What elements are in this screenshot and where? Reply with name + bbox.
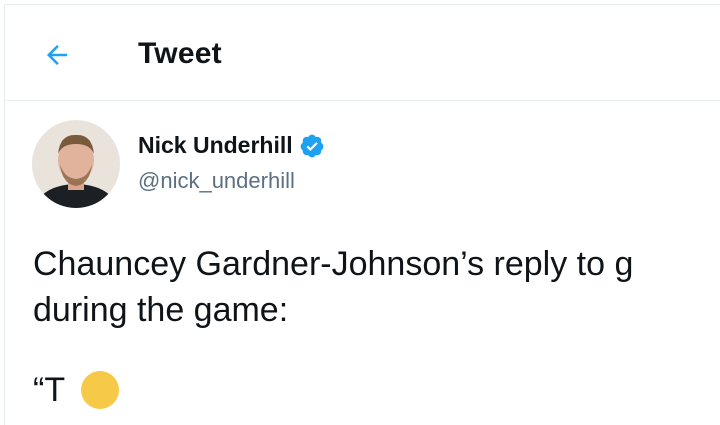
tweet-line-3: “T: [33, 367, 120, 413]
page-header: Tweet: [5, 5, 720, 101]
tweet-line-2: during the game:: [33, 291, 289, 329]
tweet-line-1: Chauncey Gardner-Johnson’s reply to g: [33, 245, 634, 283]
author-handle[interactable]: @nick_underhill: [138, 168, 295, 194]
avatar[interactable]: [32, 120, 120, 208]
tweet-quote-start: “T: [33, 371, 66, 409]
back-button[interactable]: [35, 33, 79, 77]
arrow-left-icon: [47, 45, 67, 65]
author-name[interactable]: Nick Underhill: [138, 132, 325, 159]
avatar-image: [32, 120, 120, 208]
emoji-face-icon: [81, 371, 120, 409]
page-title: Tweet: [138, 37, 222, 70]
author-name-label: Nick Underhill: [138, 132, 293, 158]
tweet-page: Tweet Nick Underhill @nick_underhill Cha…: [4, 4, 720, 425]
verified-badge-icon: [300, 134, 324, 157]
tweet-body: Chauncey Gardner-Johnson’s reply to g du…: [33, 241, 720, 333]
